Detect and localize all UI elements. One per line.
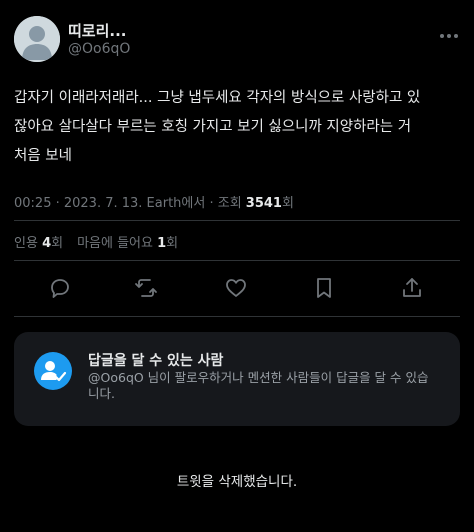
tweet-text-line: 갑자기 이래라저래라... 그냥 냅두세요 각자의 방식으로 사랑하고 있 bbox=[14, 90, 421, 106]
tweet-header: 띠로리... @Oo6qO bbox=[14, 14, 460, 64]
view-count-suffix: 회 bbox=[281, 196, 294, 211]
like-suffix: 회 bbox=[166, 236, 179, 251]
user-handle[interactable]: @Oo6qO bbox=[68, 41, 130, 57]
display-name[interactable]: 띠로리... bbox=[68, 20, 127, 41]
reply-restriction-line: @Oo6qO 님이 팔로우하거나 멘션한 사람들이 답글을 달 수 있습 bbox=[88, 370, 429, 385]
tweet-text-line: 잖아요 살다살다 부르는 호칭 가지고 보기 싫으니까 지양하라는 거 bbox=[14, 119, 412, 135]
share-icon[interactable] bbox=[400, 276, 424, 300]
divider bbox=[14, 316, 460, 317]
divider bbox=[14, 260, 460, 261]
quote-suffix: 회 bbox=[51, 236, 64, 251]
divider bbox=[14, 220, 460, 221]
reply-restriction-card: 답글을 달 수 있는 사람 @Oo6qO 님이 팔로우하거나 멘션한 사람들이 … bbox=[14, 332, 460, 426]
action-bar bbox=[14, 268, 460, 308]
more-options-icon[interactable] bbox=[438, 26, 460, 46]
avatar[interactable] bbox=[14, 16, 60, 62]
default-avatar-icon bbox=[14, 16, 60, 62]
tweet-text-line: 처음 보네 bbox=[14, 148, 72, 164]
like-count: 1 bbox=[157, 236, 167, 251]
quote-count: 4 bbox=[42, 236, 52, 251]
like-stat[interactable]: 마음에 들어요 1회 bbox=[77, 236, 178, 251]
view-count: 3541 bbox=[245, 196, 282, 211]
tweet-stats: 인용 4회 마음에 들어요 1회 bbox=[14, 232, 178, 251]
quote-label: 인용 bbox=[14, 236, 43, 251]
tweet-meta: 00:25 · 2023. 7. 13. Earth에서 · 조회 3541회 bbox=[14, 192, 294, 211]
bookmark-icon[interactable] bbox=[312, 276, 336, 300]
user-check-icon bbox=[34, 352, 72, 390]
like-label: 마음에 들어요 bbox=[77, 236, 158, 251]
retweet-icon[interactable] bbox=[134, 276, 158, 300]
reply-restriction-line: 니다. bbox=[88, 386, 115, 401]
reply-restriction-title: 답글을 달 수 있는 사람 bbox=[88, 353, 224, 369]
deleted-tweet-notice: 트윗을 삭제했습니다. bbox=[176, 474, 298, 490]
reply-restriction-description: @Oo6qO 님이 팔로우하거나 멘션한 사람들이 답글을 달 수 있습 니다. bbox=[88, 370, 450, 402]
reply-icon[interactable] bbox=[48, 276, 72, 300]
tweet-text: 갑자기 이래라저래라... 그냥 냅두세요 각자의 방식으로 사랑하고 있 잖아… bbox=[14, 84, 464, 171]
timestamp-source[interactable]: 00:25 · 2023. 7. 13. Earth에서 · 조회 bbox=[14, 196, 246, 211]
like-icon[interactable] bbox=[224, 276, 248, 300]
quote-stat[interactable]: 인용 4회 bbox=[14, 236, 63, 251]
